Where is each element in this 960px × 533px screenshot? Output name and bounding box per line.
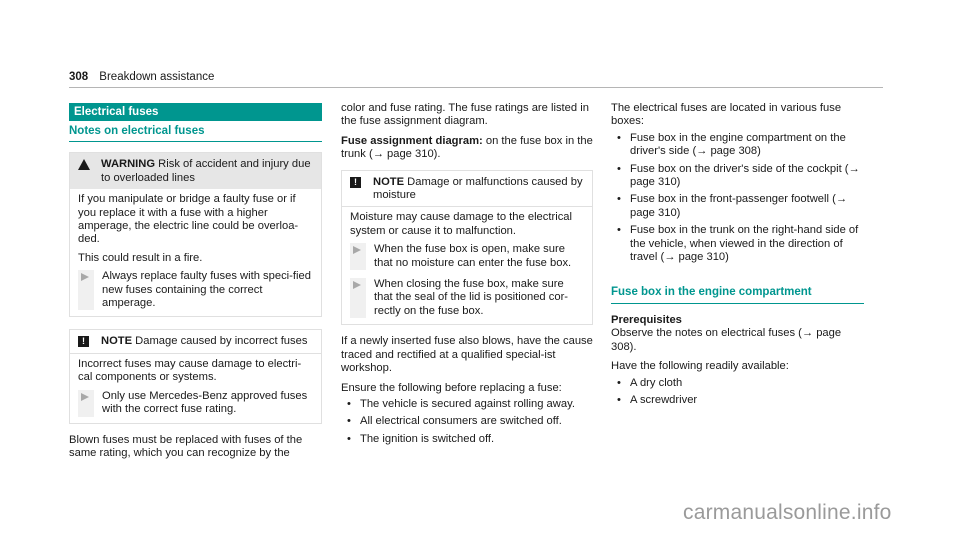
warning-text: This could result in a fire. xyxy=(78,251,203,264)
note-box: ! NOTE Damage caused by incorrect fuses … xyxy=(69,329,322,424)
prereq-title: Prerequisites xyxy=(611,313,682,326)
ensure-intro: Ensure the following before replacing a … xyxy=(341,381,562,394)
note-header: ! NOTE Damage caused by incorrect fuses xyxy=(70,330,321,354)
have-text: Have the following readily available: xyxy=(611,360,789,373)
column-1: Electrical fuses Notes on electrical fus… xyxy=(69,103,322,460)
have-list: A dry cloth A screwdriver xyxy=(611,377,864,408)
list-item: The vehicle is secured against rolling a… xyxy=(341,398,593,412)
prereq-text: Observe the notes on electrical fuses (→… xyxy=(611,327,842,353)
note-title: Damage caused by incorrect fuses xyxy=(132,335,308,348)
page-number: 308 xyxy=(69,71,89,83)
note-header: ! NOTE Damage or malfunctions caused by … xyxy=(342,171,592,208)
note-label: NOTE xyxy=(373,175,405,188)
subheading-engine-fuse-box: Fuse box in the engine compartment xyxy=(611,286,864,304)
section-title: Electrical fuses xyxy=(69,103,322,121)
note-text: Incorrect fuses may cause damage to elec… xyxy=(78,357,302,384)
fuse-location-intro: The electrical fuses are located in vari… xyxy=(611,102,842,128)
step-arrow-icon xyxy=(81,273,89,282)
page-header: 308 Breakdown assistance xyxy=(69,71,883,88)
closing-text: Blown fuses must be replaced with fuses … xyxy=(69,433,303,459)
list-item: A screwdriver xyxy=(611,394,864,408)
note-step: When closing the fuse box, make sure tha… xyxy=(350,278,584,319)
fuse-location-list: Fuse box in the engine compartment on th… xyxy=(611,132,864,265)
column-2: color and fuse rating. The fuse ratings … xyxy=(341,99,593,450)
step-arrow-icon xyxy=(81,392,89,401)
note-exclamation-icon: ! xyxy=(78,336,89,348)
note-step: When the fuse box is open, make sure tha… xyxy=(350,243,584,271)
warning-triangle-icon xyxy=(78,159,90,171)
warning-text: If you manipulate or bridge a faulty fus… xyxy=(78,193,299,246)
warning-label: WARNING xyxy=(101,158,156,171)
ensure-list: The vehicle is secured against rolling a… xyxy=(341,398,593,447)
note-title: Damage or malfunctions caused by moistur… xyxy=(373,175,583,202)
list-item: Fuse box in the trunk on the right-hand … xyxy=(611,224,864,264)
warning-box: WARNING Risk of accident and injury due … xyxy=(69,152,322,318)
list-item: Fuse box in the engine compartment on th… xyxy=(611,132,864,159)
moisture-note-box: ! NOTE Damage or malfunctions caused by … xyxy=(341,169,593,326)
intro-text: color and fuse rating. The fuse ratings … xyxy=(341,102,589,128)
step-arrow-icon xyxy=(353,281,361,290)
step-arrow-icon xyxy=(353,246,361,255)
note-label: NOTE xyxy=(101,335,133,348)
watermark: carmanualsonline.info xyxy=(683,501,892,524)
list-item: All electrical consumers are switched of… xyxy=(341,415,593,429)
section-name: Breakdown assistance xyxy=(99,71,215,83)
list-item: Fuse box on the driver's side of the coc… xyxy=(611,163,864,190)
subheading-notes: Notes on electrical fuses xyxy=(69,121,322,143)
list-item: Fuse box in the front-passenger footwell… xyxy=(611,193,864,220)
note-step: Only use Mercedes-Benz approved fuses wi… xyxy=(78,389,313,417)
note-text: Moisture may cause damage to the electri… xyxy=(350,211,572,237)
column-3: The electrical fuses are located in vari… xyxy=(611,99,864,411)
diagram-text: Fuse assignment diagram: on the fuse box… xyxy=(341,134,593,161)
after-note-text: If a newly inserted fuse also blows, hav… xyxy=(341,335,593,375)
note-exclamation-icon: ! xyxy=(350,176,361,188)
list-item: The ignition is switched off. xyxy=(341,433,593,447)
list-item: A dry cloth xyxy=(611,377,864,391)
warning-header: WARNING Risk of accident and injury due … xyxy=(70,153,321,190)
warning-step: Always replace faulty fuses with speci-f… xyxy=(78,270,313,311)
